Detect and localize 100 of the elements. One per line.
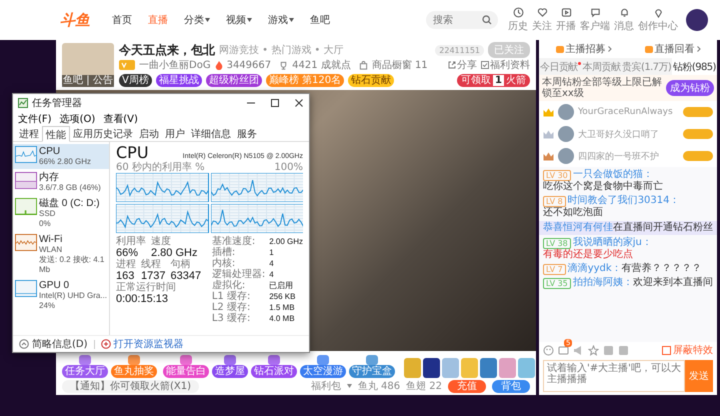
bell-icon[interactable] (618, 7, 630, 18)
star-icon[interactable] (588, 344, 599, 356)
tab[interactable]: 启动 (136, 126, 162, 141)
site-logo[interactable]: 斗鱼 (60, 10, 90, 30)
toolbar-link[interactable]: 消息 (614, 7, 634, 33)
checkbox-icon (481, 61, 489, 69)
ranked-username[interactable]: 四四家的一号班不护 (578, 150, 679, 162)
gift-icon[interactable] (423, 358, 440, 378)
nav-link[interactable]: 分类 (184, 13, 204, 27)
spec-label: 逻辑处理器: (212, 269, 266, 280)
menu-item[interactable]: 选项(O) (60, 112, 96, 126)
menu-item[interactable]: 查看(V) (103, 112, 138, 126)
chat-username[interactable]: 时间教会了我们30314： (568, 195, 680, 207)
room-badge-link[interactable]: V周榜 (119, 74, 152, 86)
caret-down-icon[interactable] (247, 18, 252, 22)
tab[interactable]: 详细信息 (188, 126, 234, 141)
room-id: 22411151 (435, 44, 484, 56)
ranked-username[interactable]: 大卫哥好久没口哨了 (578, 128, 679, 140)
toolbar-link[interactable]: 开播 (556, 7, 576, 33)
location-pin-icon[interactable] (652, 7, 664, 18)
spec-value: 4 (269, 258, 275, 269)
nav-link[interactable]: 鱼吧 (310, 13, 330, 27)
chat-username[interactable]: 一只会做饭的猫： (572, 169, 653, 181)
recharge-button[interactable]: 充值 (448, 380, 486, 392)
resource-monitor-link[interactable]: 打开资源监视器 (114, 337, 184, 351)
category-path[interactable]: 网游竞技 • 热门游戏 • 大厅 (219, 43, 344, 57)
nav-link[interactable]: 游戏 (268, 13, 288, 27)
welfare-menu[interactable]: 福利包 (310, 379, 341, 393)
room-badge-link[interactable]: 巅峰榜 第120名 (266, 74, 344, 86)
level-badge: LV 38 (543, 238, 571, 248)
caret-down-icon[interactable] (205, 18, 210, 22)
backpack-button[interactable]: 背包 (492, 380, 530, 392)
chat-tab[interactable]: 今日贡献 (539, 58, 582, 75)
room-action-link[interactable]: 分享 (448, 58, 477, 72)
chat-tab[interactable]: 贵宾(1.7万) (621, 58, 672, 75)
block-effects-toggle[interactable]: 屏蔽特效 (662, 343, 713, 357)
nav-link[interactable]: 视频 (226, 13, 246, 27)
caret-down-icon[interactable] (289, 18, 294, 22)
room-badge-link[interactable]: 钻石贡献 (348, 74, 394, 86)
menu-item[interactable]: 文件(F) (18, 112, 52, 126)
chat-username[interactable]: 恭喜恒河有何佳 (543, 222, 613, 234)
room-badge-link[interactable]: 超级粉丝团 (206, 74, 262, 86)
notice-banner[interactable]: 【通知】你可领取火箭(X1) (62, 380, 200, 392)
chat-input-field[interactable]: 试着输入'#大主播'吧，可以大主播播播 (543, 360, 685, 392)
spec-label: L3 缓存: (212, 313, 252, 324)
tab[interactable]: 性能 (42, 126, 70, 142)
room-action-link[interactable]: 福利资料 (481, 58, 530, 72)
spec-value: 1.5 MB (269, 302, 296, 313)
chat-bubble-icon[interactable] (590, 7, 600, 18)
tab[interactable]: 应用历史记录 (70, 126, 136, 141)
search-icon[interactable] (482, 15, 492, 25)
tab[interactable]: 进程 (16, 126, 42, 141)
chat-top-link[interactable]: 直播回看 (644, 42, 700, 56)
chat-top-link[interactable]: 主播招募 (556, 42, 612, 56)
toolbar-link[interactable]: 创作中心 (638, 7, 678, 33)
ranked-username[interactable]: YourGraceRunAlways (578, 107, 679, 117)
emoji-icon[interactable] (543, 344, 554, 356)
search-field[interactable]: 搜索 (426, 11, 498, 29)
avatar-caption[interactable]: 鱼吧 | 公告 (62, 75, 114, 87)
tab[interactable]: 服务 (234, 126, 260, 141)
toolbar-link[interactable]: 历史 (508, 7, 528, 33)
gift-icon[interactable] (480, 358, 497, 378)
fewer-details-link[interactable]: 简略信息(D) (32, 337, 88, 351)
join-fans-button[interactable]: 成为钻粉 (666, 80, 714, 96)
toolbar-link[interactable]: 关注 (532, 7, 552, 33)
stat-label: 句柄 (170, 259, 192, 270)
resource-item[interactable]: Wi-Fi WLAN 发送: 0.2 接收: 4.1 Mb (13, 232, 109, 277)
flame-icon (214, 60, 223, 70)
heart-icon[interactable] (536, 7, 548, 18)
chat-username[interactable]: 滴滴yydk： (568, 263, 622, 275)
chat-username[interactable]: 我说晒晒的家ju： (572, 237, 652, 249)
tab[interactable]: 用户 (162, 126, 188, 141)
chevron-up-icon[interactable] (19, 339, 29, 349)
resource-item[interactable]: CPU 66% 2.80 GHz (13, 144, 109, 169)
level-badge: LV 35 (543, 278, 571, 288)
room-badge-link[interactable]: 福星挑战 (156, 74, 202, 86)
streamer-name[interactable]: 一曲小鱼丽DoG (139, 58, 211, 72)
resource-item[interactable]: 磁盘 0 (C: D:) SSD 0% (13, 196, 109, 231)
resource-item[interactable]: 内存 3.6/7.8 GB (46%) (13, 170, 109, 195)
resource-item[interactable]: GPU 0 Intel(R) UHD Gra... 24% (13, 278, 109, 313)
caret-down-icon[interactable] (346, 384, 352, 388)
chat-tab[interactable]: 本周贡献 (582, 58, 622, 75)
rocket-claim-button[interactable]: 可领取 1 火箭 (457, 74, 530, 86)
nav-link[interactable]: 直播 (148, 13, 168, 27)
chat-tab[interactable]: 钻粉(985) (672, 58, 717, 75)
nav-link[interactable]: 首页 (112, 13, 132, 27)
play-icon[interactable] (560, 7, 572, 18)
toolbar-link[interactable]: 客户端 (580, 7, 610, 33)
stat-label: 线程 (141, 259, 162, 270)
chat-message: 还不如吃泡面 (543, 207, 603, 219)
message-icon[interactable] (558, 344, 569, 356)
system-message: 在直播间开通钻石粉丝 (613, 222, 713, 234)
usage-graph-icon (15, 280, 37, 297)
user-avatar[interactable] (686, 9, 708, 31)
chat-username[interactable]: 拍拍海阿姨： (572, 277, 633, 289)
streamer-avatar[interactable]: 鱼吧 | 公告 (62, 43, 114, 87)
clock-icon[interactable] (512, 7, 524, 18)
fishball-balance: 鱼丸 486 (358, 380, 400, 393)
send-button[interactable]: 发送 (685, 360, 713, 392)
promo-text: 本周钻粉全部等级上限已解锁至xx级 (542, 77, 663, 99)
